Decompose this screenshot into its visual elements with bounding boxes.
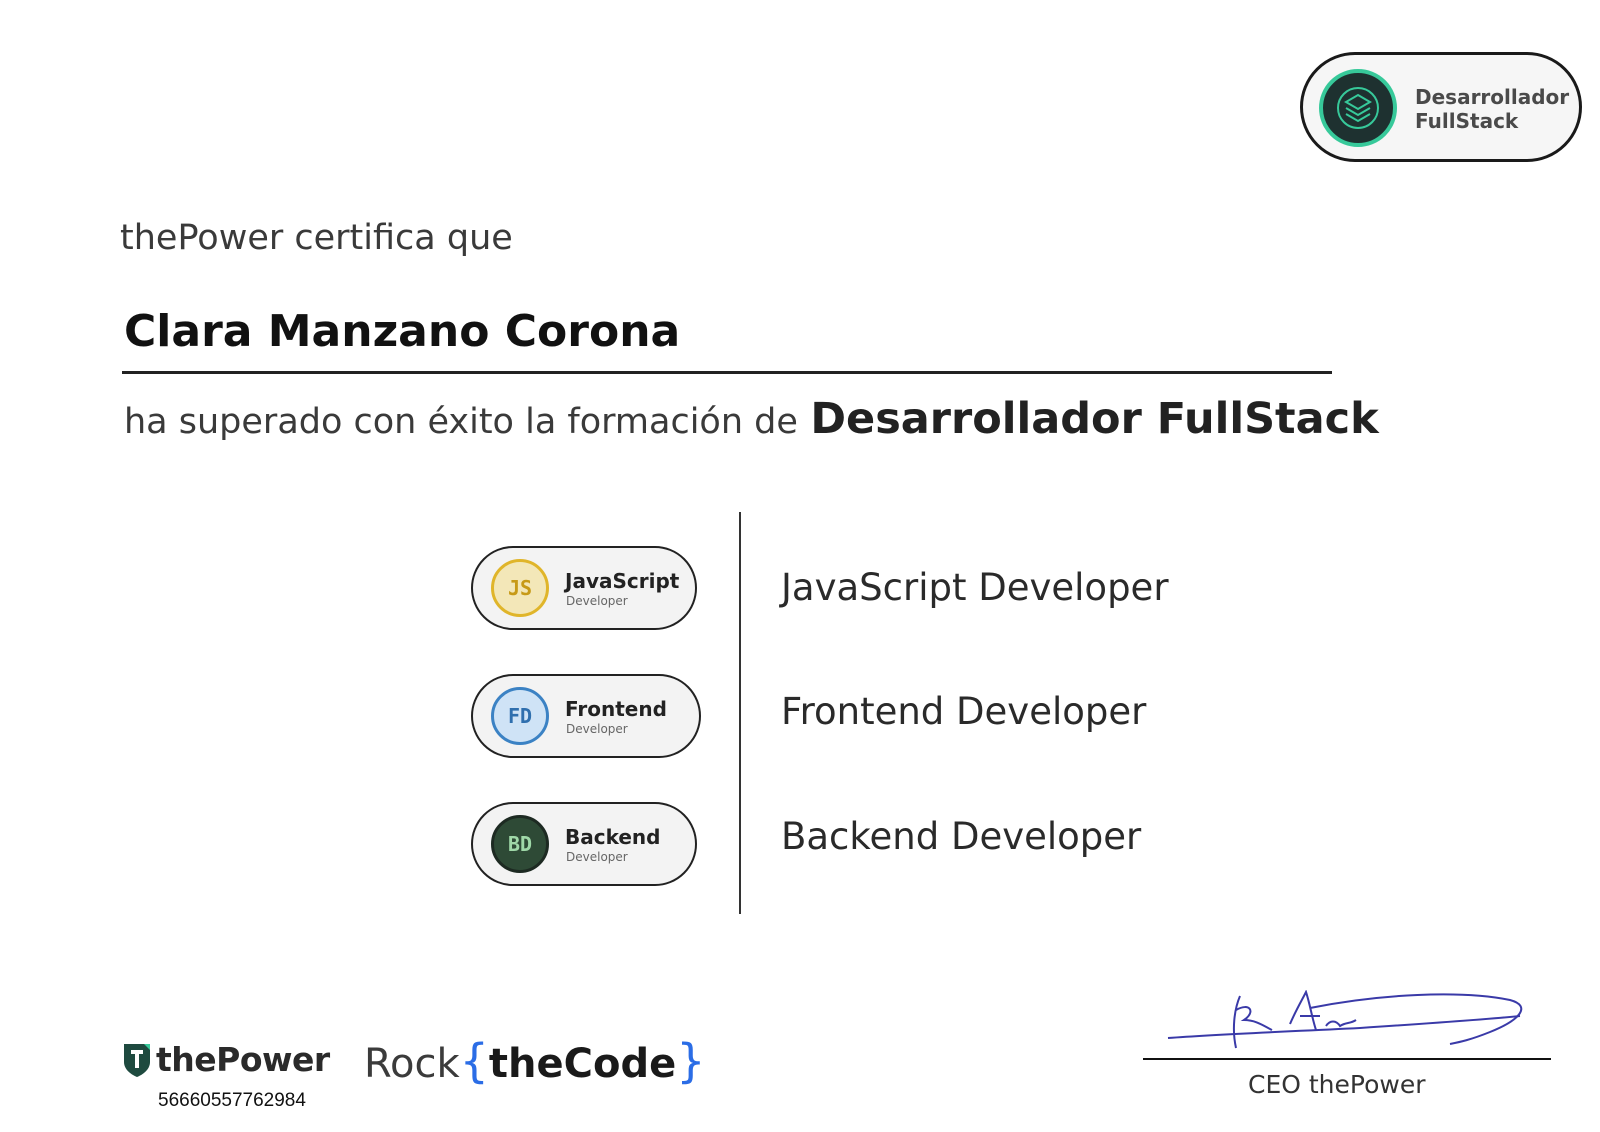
signature-line bbox=[1143, 1058, 1551, 1060]
thepower-shield-icon bbox=[124, 1043, 150, 1077]
recipient-name: Clara Manzano Corona bbox=[124, 306, 681, 357]
badge-title: Desarrollador bbox=[1415, 85, 1570, 109]
badge-subtitle: Developer bbox=[566, 722, 628, 736]
badge-subtitle: FullStack bbox=[1415, 109, 1519, 133]
javascript-shield-icon: JS bbox=[491, 559, 549, 617]
badge-title: Backend bbox=[565, 825, 661, 849]
rockthecode-logo: Rock{theCode} bbox=[364, 1034, 706, 1088]
thepower-logo: thePower bbox=[122, 1040, 330, 1079]
layers-stack-icon bbox=[1319, 69, 1397, 147]
badge-subtitle: Developer bbox=[566, 850, 628, 864]
rock-wordmark: Rock bbox=[364, 1041, 460, 1087]
certify-intro: thePower certifica que bbox=[120, 218, 513, 258]
skill-javascript: JavaScript Developer bbox=[781, 566, 1169, 609]
javascript-badge: JS JavaScript Developer bbox=[471, 546, 697, 630]
thecode-wordmark: theCode bbox=[488, 1041, 677, 1087]
skill-backend: Backend Developer bbox=[781, 815, 1142, 858]
badge-title: Frontend bbox=[565, 697, 667, 721]
course-name: Desarrollador FullStack bbox=[810, 394, 1379, 444]
fullstack-badge: Desarrollador FullStack bbox=[1300, 52, 1582, 162]
certificate-id: 56660557762984 bbox=[158, 1090, 306, 1111]
vertical-divider bbox=[739, 512, 741, 914]
thepower-wordmark: thePower bbox=[156, 1040, 330, 1079]
brace-close: } bbox=[676, 1034, 706, 1088]
frontend-shield-icon: FD bbox=[491, 687, 549, 745]
frontend-badge: FD Frontend Developer bbox=[471, 674, 701, 758]
signature bbox=[1167, 990, 1523, 1049]
backend-shield-icon: BD bbox=[491, 815, 549, 873]
completion-lead: ha superado con éxito la formación de bbox=[124, 402, 798, 442]
completion-sentence: ha superado con éxito la formación de De… bbox=[124, 394, 1379, 444]
badge-subtitle: Developer bbox=[566, 594, 628, 608]
skill-frontend: Frontend Developer bbox=[781, 690, 1147, 733]
backend-badge: BD Backend Developer bbox=[471, 802, 697, 886]
name-underline bbox=[122, 371, 1332, 374]
badge-title: JavaScript bbox=[565, 569, 680, 593]
brace-open: { bbox=[459, 1034, 489, 1088]
signature-caption: CEO thePower bbox=[1248, 1070, 1426, 1099]
